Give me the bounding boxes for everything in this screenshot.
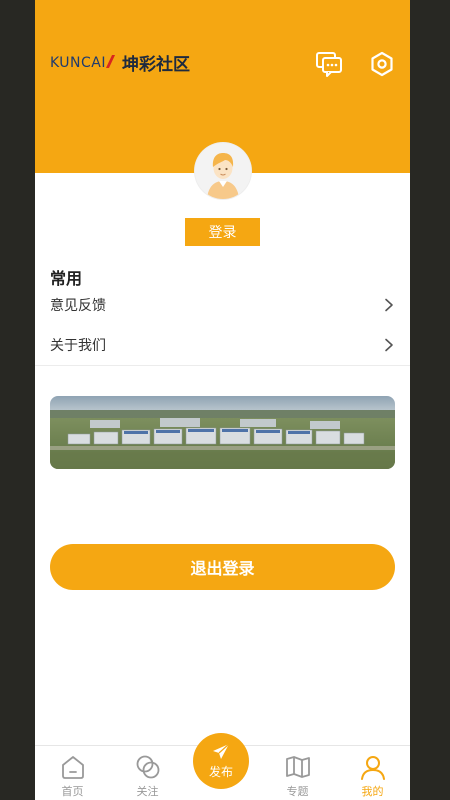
- tab-label: 首页: [61, 785, 84, 798]
- tab-label: 关注: [136, 785, 159, 798]
- app-screen: KUNCAI 坤彩社区 登录 常用 意见反馈 关于我们 退出登录 首页 关注 专…: [35, 0, 410, 800]
- brand-logo: KUNCAI 坤彩社区: [50, 50, 191, 76]
- gear-icon[interactable]: [368, 50, 396, 78]
- tab-topic[interactable]: 专题: [260, 746, 335, 800]
- section-divider: [35, 365, 410, 366]
- menu-item-feedback[interactable]: 意见反馈: [35, 285, 410, 325]
- avatar[interactable]: [195, 143, 251, 199]
- brand-name: 坤彩社区: [122, 55, 191, 75]
- avatar-icon: [195, 143, 251, 199]
- chevron-right-icon: [385, 338, 393, 352]
- logout-button[interactable]: 退出登录: [50, 544, 395, 590]
- publish-label: 发布: [208, 764, 233, 779]
- tab-label: 专题: [286, 785, 309, 798]
- login-button[interactable]: 登录: [185, 218, 260, 246]
- follow-icon: [136, 755, 159, 779]
- tab-follow[interactable]: 关注: [110, 746, 185, 800]
- chat-icon[interactable]: [315, 50, 343, 78]
- brand-logo-mark: [105, 55, 116, 68]
- user-icon: [360, 756, 385, 780]
- tab-mine[interactable]: 我的: [335, 746, 410, 800]
- home-icon: [61, 756, 84, 779]
- factory-banner[interactable]: [50, 396, 395, 469]
- menu-item-label: 意见反馈: [50, 298, 106, 314]
- chevron-right-icon: [385, 298, 393, 312]
- menu-item-label: 关于我们: [50, 338, 106, 354]
- menu-item-about-us[interactable]: 关于我们: [35, 325, 410, 365]
- factory-aerial-photo: [50, 396, 395, 469]
- send-icon: [213, 743, 230, 759]
- tab-label: 我的: [361, 785, 384, 798]
- brand-logo-text: KUNCAI: [50, 54, 107, 71]
- tab-home[interactable]: 首页: [35, 746, 110, 800]
- map-icon: [285, 756, 310, 778]
- publish-button[interactable]: 发布: [193, 733, 249, 789]
